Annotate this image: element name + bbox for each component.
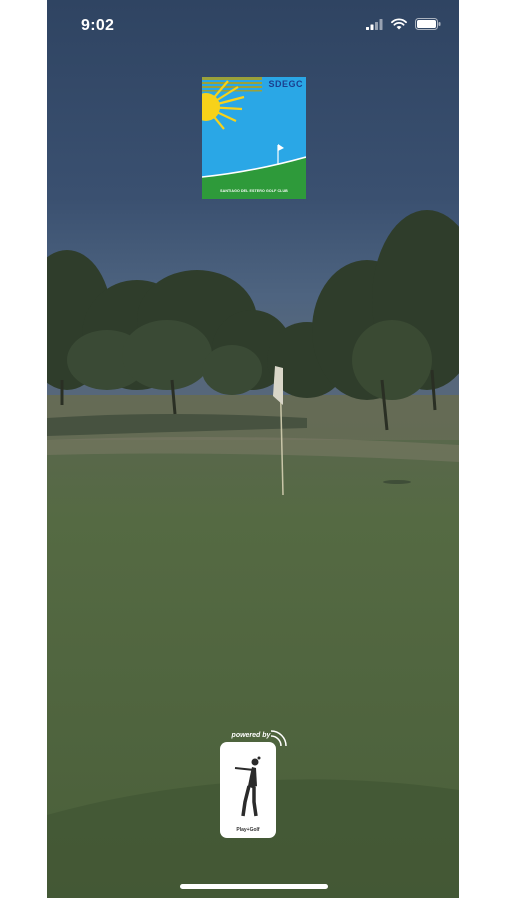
club-logo-graphic: [192, 77, 307, 199]
golfer-icon: [234, 756, 261, 817]
play-golf-badge: Play+Golf: [220, 742, 276, 838]
status-icons: [366, 18, 441, 30]
home-indicator[interactable]: [180, 884, 328, 889]
battery-icon: [415, 18, 441, 30]
wifi-icon: [391, 18, 407, 30]
app-screen: 9:02 SDEGC SANTIAGO DEL ESTERO GOLF CLUB…: [47, 0, 459, 898]
club-logo-brand: SDEGC: [268, 79, 303, 89]
status-bar: 9:02: [47, 0, 459, 52]
club-logo-caption: SANTIAGO DEL ESTERO GOLF CLUB: [220, 189, 288, 193]
status-time: 9:02: [81, 17, 115, 34]
club-logo: SDEGC SANTIAGO DEL ESTERO GOLF CLUB: [192, 77, 307, 199]
signal-icon: [366, 18, 383, 30]
play-golf-label: Play+Golf: [236, 827, 260, 833]
